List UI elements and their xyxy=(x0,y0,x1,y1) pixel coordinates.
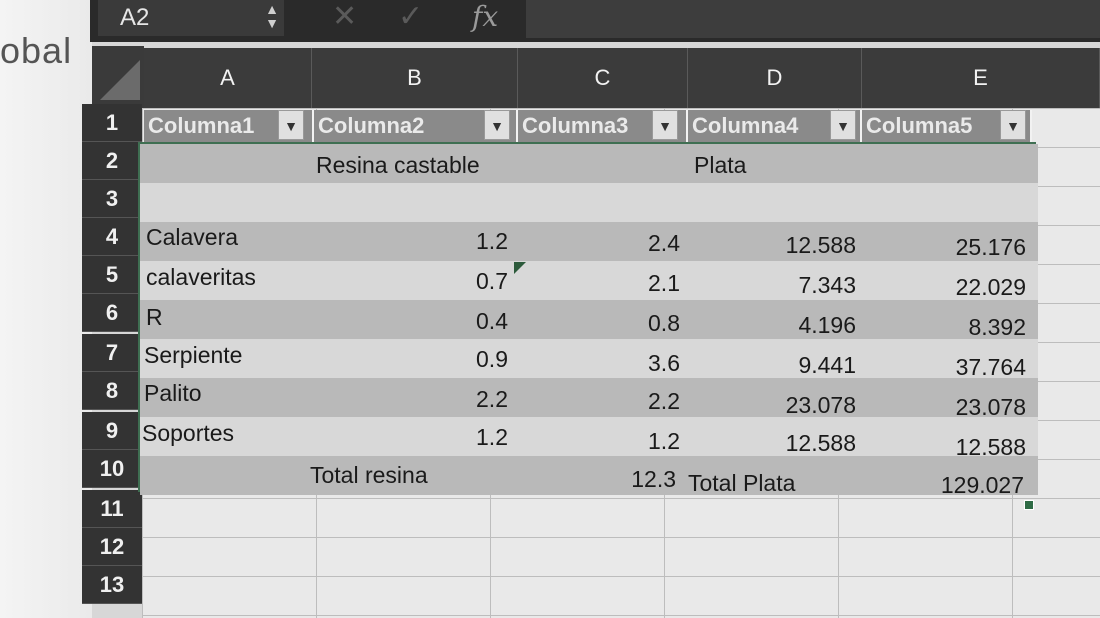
table-cell[interactable]: 25.176 xyxy=(864,228,1026,267)
enter-check-icon[interactable]: ✓ xyxy=(398,0,423,36)
table-cell[interactable]: R xyxy=(146,298,163,337)
table-cell[interactable]: Plata xyxy=(694,146,746,185)
table-cell[interactable]: Total resina xyxy=(310,456,428,495)
row-header[interactable]: 2 xyxy=(82,142,142,180)
table-cell[interactable]: calaveritas xyxy=(146,258,256,297)
table-cell[interactable]: Resina castable xyxy=(316,146,480,185)
name-box[interactable]: A2 xyxy=(98,0,284,36)
table-cell[interactable]: 2.1 xyxy=(520,264,680,303)
row-header[interactable]: 10 xyxy=(82,450,142,488)
table-cell[interactable]: Palito xyxy=(144,374,202,413)
row-header[interactable]: 11 xyxy=(82,490,142,528)
formula-input[interactable] xyxy=(526,0,1100,38)
filter-dropdown-icon[interactable]: ▼ xyxy=(830,110,856,140)
column-header-a[interactable]: A xyxy=(144,48,312,108)
filter-dropdown-icon[interactable]: ▼ xyxy=(484,110,510,140)
table-cell[interactable]: 12.588 xyxy=(690,424,856,463)
row-header[interactable]: 7 xyxy=(82,334,142,372)
row-header[interactable]: 5 xyxy=(82,256,142,294)
row-header[interactable]: 3 xyxy=(82,180,142,218)
column-header-b[interactable]: B xyxy=(312,48,518,108)
row-header[interactable]: 1 xyxy=(82,104,142,142)
row-header[interactable]: 4 xyxy=(82,218,142,256)
table-cell[interactable]: 0.4 xyxy=(318,302,508,341)
table-cell[interactable]: 2.4 xyxy=(520,224,680,263)
table-cell[interactable]: 1.2 xyxy=(318,418,508,457)
row-header[interactable]: 8 xyxy=(82,372,142,410)
table-cell[interactable]: 12.588 xyxy=(690,226,856,265)
filter-dropdown-icon[interactable]: ▼ xyxy=(652,110,678,140)
table-cell[interactable]: 1.2 xyxy=(520,422,680,461)
table-cell[interactable]: 2.2 xyxy=(520,382,680,421)
name-box-dropdown-icon[interactable]: ▲ ▼ xyxy=(262,2,282,34)
row-header[interactable]: 13 xyxy=(82,566,142,604)
row-header[interactable]: 9 xyxy=(82,412,142,450)
table-cell[interactable]: 8.392 xyxy=(864,308,1026,347)
background-window-text: obal xyxy=(0,30,73,71)
table-cell[interactable]: 12.3 xyxy=(520,460,676,499)
table-cell[interactable]: Total Plata xyxy=(688,464,795,503)
table-cell[interactable]: 129.027 xyxy=(864,466,1024,505)
table-cell[interactable]: Soportes xyxy=(142,414,234,453)
table-cell[interactable]: 1.2 xyxy=(318,222,508,261)
table-cell[interactable]: 23.078 xyxy=(864,388,1026,427)
table-cell[interactable]: 7.343 xyxy=(690,266,856,305)
table-cell[interactable]: Calavera xyxy=(146,218,238,257)
row-header[interactable]: 12 xyxy=(82,528,142,566)
fill-handle[interactable] xyxy=(1024,500,1034,510)
select-all-triangle-icon xyxy=(100,60,140,100)
table-cell[interactable]: 0.8 xyxy=(520,304,680,343)
table-cell[interactable]: 37.764 xyxy=(864,348,1026,387)
table-row[interactable] xyxy=(140,183,1038,222)
table-cell[interactable]: 2.2 xyxy=(318,380,508,419)
column-header-c[interactable]: C xyxy=(518,48,688,108)
filter-dropdown-icon[interactable]: ▼ xyxy=(278,110,304,140)
table-cell[interactable]: 3.6 xyxy=(520,344,680,383)
table-cell[interactable]: 23.078 xyxy=(690,386,856,425)
table-cell[interactable]: 12.588 xyxy=(864,428,1026,467)
cancel-icon[interactable]: ✕ xyxy=(332,0,357,36)
table-cell[interactable]: 22.029 xyxy=(864,268,1026,307)
table-cell[interactable]: 9.441 xyxy=(690,346,856,385)
column-header-e[interactable]: E xyxy=(862,48,1100,108)
row-header[interactable]: 6 xyxy=(82,294,142,332)
table-row[interactable] xyxy=(140,144,1038,183)
column-header-d[interactable]: D xyxy=(688,48,862,108)
table-cell[interactable]: Serpiente xyxy=(144,336,242,375)
spreadsheet-screen: obal A2 ▲ ▼ ✕ ✓ fx A B C D E 1 2 3 4 5 6 … xyxy=(0,0,1100,618)
table-cell[interactable]: 0.7 xyxy=(318,262,508,301)
table-cell[interactable]: 0.9 xyxy=(318,340,508,379)
filter-dropdown-icon[interactable]: ▼ xyxy=(1000,110,1026,140)
table-cell[interactable]: 4.196 xyxy=(690,306,856,345)
background-window-strip: obal xyxy=(0,0,92,618)
insert-function-icon[interactable]: fx xyxy=(472,0,498,36)
